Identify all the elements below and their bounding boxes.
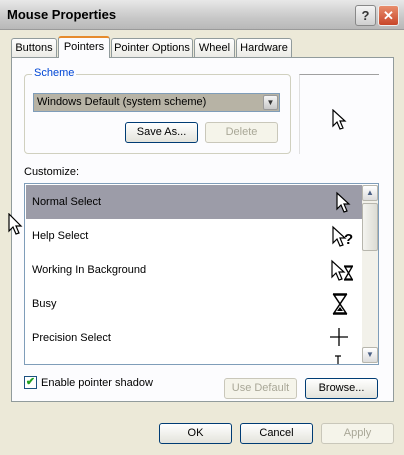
chevron-down-icon[interactable]: ▼ (263, 95, 278, 110)
list-item[interactable]: Working In Background (26, 253, 362, 287)
browse-button[interactable]: Browse... (305, 378, 378, 399)
scheme-dropdown-value: Windows Default (system scheme) (37, 96, 207, 108)
list-scrollbar[interactable]: ▲ ▼ (362, 185, 378, 363)
apply-button[interactable]: Apply (321, 423, 394, 444)
scheme-dropdown[interactable]: Windows Default (system scheme) ▼ (33, 93, 280, 112)
busy-background-cursor-icon (331, 259, 354, 281)
scroll-up-icon[interactable]: ▲ (362, 185, 378, 201)
customize-label: Customize: (24, 166, 80, 178)
tab-hardware[interactable]: Hardware (236, 38, 292, 57)
list-item[interactable]: Help Select ? (26, 219, 362, 253)
use-default-button[interactable]: Use Default (224, 378, 297, 399)
scrollbar-thumb[interactable] (362, 203, 378, 251)
ok-button[interactable]: OK (159, 423, 232, 444)
help-button[interactable]: ? (355, 5, 376, 26)
tab-wheel[interactable]: Wheel (194, 38, 235, 57)
hourglass-cursor-icon (332, 293, 348, 315)
tab-pointer-options[interactable]: Pointer Options (111, 38, 193, 57)
cancel-button[interactable]: Cancel (240, 423, 313, 444)
tab-buttons[interactable]: Buttons (11, 38, 57, 57)
cursor-list[interactable]: Normal Select Help Select ? Working In B… (24, 183, 379, 365)
list-item-label: Precision Select (32, 332, 111, 344)
list-item[interactable]: Busy (26, 287, 362, 321)
pointer-shadow-checkbox[interactable]: ✔ (24, 376, 37, 389)
help-cursor-icon: ? (332, 225, 353, 248)
list-item-label: Normal Select (32, 196, 102, 208)
list-item-label: Busy (32, 298, 57, 310)
pointer-shadow-label[interactable]: Enable pointer shadow (41, 377, 153, 389)
cursor-preview (299, 74, 379, 154)
delete-button[interactable]: Delete (205, 122, 278, 143)
tab-pointers[interactable]: Pointers (58, 36, 110, 58)
scheme-group-label: Scheme (32, 67, 77, 79)
window-title: Mouse Properties (7, 7, 117, 22)
scroll-down-icon[interactable]: ▼ (362, 347, 378, 363)
list-item[interactable]: Normal Select (26, 185, 362, 219)
mouse-pointer-icon (8, 213, 23, 235)
title-bar[interactable]: Mouse Properties ? ✕ (0, 0, 404, 30)
svg-text:?: ? (344, 231, 353, 248)
save-as-button[interactable]: Save As... (125, 122, 198, 143)
crosshair-cursor-icon (330, 328, 348, 346)
arrow-cursor-icon (332, 109, 347, 130)
close-button[interactable]: ✕ (378, 5, 399, 26)
arrow-cursor-icon (336, 191, 351, 213)
list-item[interactable]: Precision Select (26, 321, 362, 355)
text-cursor-icon (335, 355, 341, 364)
list-item-label: Working In Background (32, 264, 147, 276)
list-item-label: Help Select (32, 230, 89, 242)
